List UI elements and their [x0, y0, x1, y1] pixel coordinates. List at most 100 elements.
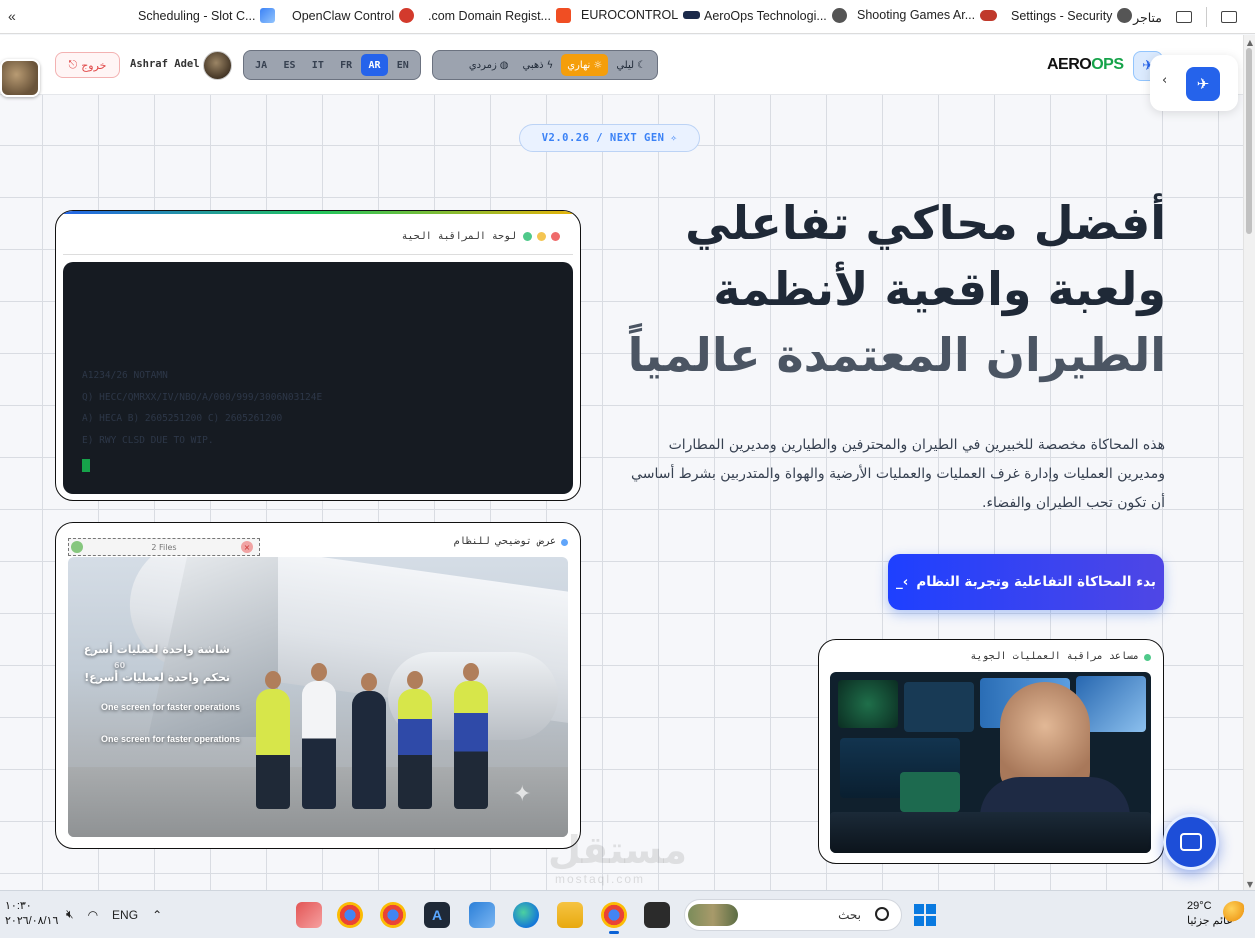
divider: [63, 254, 573, 255]
overlay-text: One screen for faster operations: [101, 702, 241, 712]
plane-menu-button[interactable]: ✈: [1186, 67, 1220, 101]
hero-headline: أفضل محاكي تفاعلي ولعبة واقعية لأنظمة ال…: [627, 196, 1166, 382]
theme-emerald-button[interactable]: زمردي ◍: [463, 54, 515, 76]
sidebar-toggle-panel: ‹ ✈: [1150, 55, 1238, 111]
avatar[interactable]: [203, 51, 232, 80]
username: Ashraf Adel: [130, 58, 200, 70]
snipping-tool-icon[interactable]: [296, 902, 322, 928]
taskbar-search[interactable]: بحث: [684, 899, 902, 931]
language-switcher: JA ES IT FR AR EN: [243, 50, 421, 80]
bookmarks-bar: « Scheduling - Slot C... OpenClaw Contro…: [0, 0, 1255, 34]
terminal-line: E) RWY CLSD DUE TO WIP.: [82, 435, 214, 446]
check-icon: [71, 541, 83, 553]
terminal-line: Q) HECC/QMRXX/IV/NBO/A/000/999/3006N0312…: [82, 392, 323, 403]
status-dot: [561, 539, 568, 546]
app-a-icon[interactable]: A: [424, 902, 450, 928]
theme-night-button[interactable]: ليلي ☾: [610, 54, 652, 76]
theme-gold-button[interactable]: ذهبي ϟ: [517, 54, 560, 76]
overlay-text: 60: [114, 661, 126, 670]
theme-switcher: ليلي ☾ نهاري ☼ ذهبي ϟ زمردي ◍: [432, 50, 658, 80]
store-icon[interactable]: [469, 902, 495, 928]
plane-icon: ✈: [1196, 75, 1210, 93]
windows-start-icon[interactable]: [914, 904, 936, 926]
search-icon: [875, 907, 889, 921]
bookmark-openclaw[interactable]: OpenClaw Control: [292, 8, 415, 23]
brand-logo[interactable]: AEROOPS: [1047, 56, 1124, 74]
lang-fr-button[interactable]: FR: [333, 54, 359, 76]
weather-widget[interactable]: 29°C غائم جزئيا: [1187, 899, 1247, 929]
hero-description: هذه المحاكاة مخصصة للخبيرين في الطيران و…: [631, 437, 1165, 511]
claw-icon: [399, 8, 415, 23]
monitor-image: [904, 682, 974, 732]
lang-ja-button[interactable]: JA: [248, 54, 274, 76]
bookmark-settings-security[interactable]: Settings - Security: [1011, 8, 1133, 23]
watermark-url: mostaql.com: [555, 872, 646, 886]
lang-it-button[interactable]: IT: [305, 54, 331, 76]
crew-photo: شاشة واحدة لعمليات أسرع 60 تحكم واحدة لع…: [68, 557, 568, 837]
logout-icon: ⎋: [68, 58, 78, 71]
terminal-line: A1234/26 NOTAMN: [82, 370, 168, 381]
language-indicator[interactable]: ENG: [112, 908, 138, 922]
gamepad-icon: [980, 9, 998, 21]
card-accent-line: [56, 211, 580, 214]
bookmark-aeroops[interactable]: AeroOps Technologi...: [704, 8, 847, 23]
file-explorer-icon[interactable]: [557, 902, 583, 928]
divider: [1206, 7, 1207, 27]
chevron-up-icon[interactable]: ⌃: [152, 908, 162, 922]
desk-image: [830, 812, 1151, 853]
eurocontrol-icon: [683, 11, 701, 19]
bookmark-domain[interactable]: .com Domain Regist...: [428, 8, 571, 23]
chat-bubble-icon: [1180, 833, 1202, 851]
scrollbar-thumb[interactable]: [1246, 48, 1252, 234]
profile-avatar-corner[interactable]: [0, 59, 40, 97]
all-bookmarks-folder-icon[interactable]: [1221, 11, 1237, 23]
chrome-icon[interactable]: [380, 902, 406, 928]
domain-icon: [555, 8, 571, 23]
speaker-muted-icon[interactable]: 🔇︎: [66, 907, 74, 922]
sparkles-icon: ✧: [670, 132, 678, 144]
lang-es-button[interactable]: ES: [276, 54, 302, 76]
terminal-icon: ›_: [896, 574, 909, 590]
window-minimize-dot: [537, 232, 546, 241]
edge-icon[interactable]: [513, 902, 539, 928]
chrome-active-icon[interactable]: [601, 902, 627, 934]
gear-icon: [1117, 8, 1133, 23]
close-icon[interactable]: ×: [241, 541, 253, 553]
controller-face-image: [1000, 682, 1090, 792]
scroll-down-arrow-icon[interactable]: ▼: [1247, 880, 1253, 889]
system-tray: 🔇︎ ◠ ENG ⌃: [66, 907, 162, 922]
lang-en-button[interactable]: EN: [390, 54, 416, 76]
atc-assistant-card: مساعد مراقبة العمليات الجوية: [818, 639, 1164, 864]
theme-day-button[interactable]: نهاري ☼: [561, 54, 609, 76]
terminal-line: A) HECA B) 2605251200 C) 2605261200: [82, 413, 283, 424]
chrome-icon[interactable]: [337, 902, 363, 928]
bookmark-eurocontrol[interactable]: EUROCONTROL: [581, 8, 701, 22]
chat-button[interactable]: [1163, 814, 1219, 870]
live-monitor-card: لوحة المراقبة الحية A1234/26 NOTAMN Q) H…: [55, 210, 581, 501]
atc-title: مساعد مراقبة العمليات الجوية: [970, 651, 1139, 662]
scroll-up-arrow-icon[interactable]: ▲: [1247, 38, 1253, 47]
bookmark-shooting-games[interactable]: Shooting Games Ar...: [857, 8, 998, 22]
folder-icon[interactable]: [1176, 11, 1192, 23]
clock[interactable]: ١٠:٣٠ ٢٠٢٦/٠٨/١٦: [5, 899, 58, 929]
bookmark-scheduling[interactable]: Scheduling - Slot C...: [138, 8, 276, 23]
live-monitor-title: لوحة المراقبة الحية: [401, 231, 516, 242]
version-badge: V2.0.26 / NEXT GEN ✧: [519, 124, 700, 152]
store-label[interactable]: متاجر: [1133, 10, 1162, 25]
lang-ar-button[interactable]: AR: [361, 54, 388, 76]
globe-icon: [831, 8, 847, 23]
window-maximize-dot: [523, 232, 532, 241]
start-simulation-button[interactable]: بدء المحاكاة التفاعلية وتجربة النظام ›_: [888, 554, 1164, 610]
crew-member: [398, 671, 432, 809]
chevron-left-icon[interactable]: ‹: [1162, 73, 1167, 88]
overlay-text: One screen for faster operations: [101, 734, 241, 744]
logout-button[interactable]: ⎋ خروج: [55, 52, 120, 78]
file-drop-bar[interactable]: 2 Files ×: [68, 538, 260, 556]
search-highlight-image: [688, 904, 738, 926]
terminal-app-icon[interactable]: [644, 902, 670, 928]
wifi-icon[interactable]: ◠: [88, 908, 98, 922]
atc-controller-photo: [830, 672, 1151, 853]
chevrons-left-icon[interactable]: «: [8, 8, 16, 24]
crew-member: [454, 663, 488, 809]
moon-icon: ☾: [637, 59, 646, 71]
